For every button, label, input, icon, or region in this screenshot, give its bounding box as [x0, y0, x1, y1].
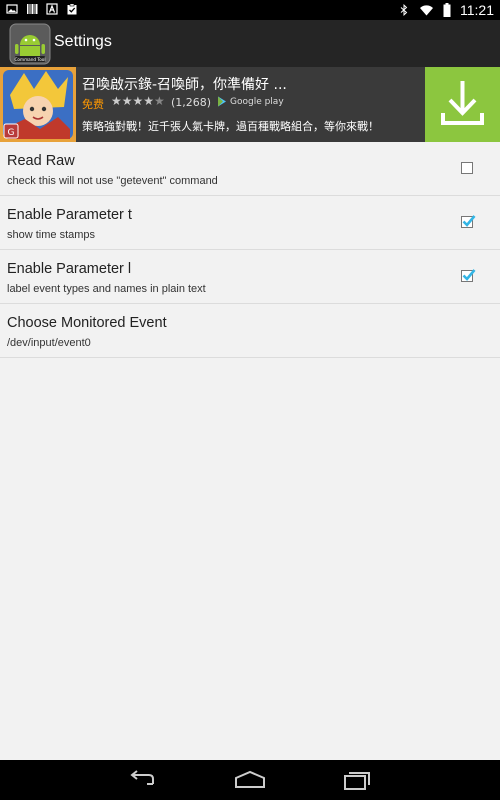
clipboard-check-icon [67, 3, 77, 15]
pref-title: Choose Monitored Event [7, 315, 167, 331]
home-icon[interactable] [230, 768, 270, 792]
pref-title: Read Raw [7, 153, 75, 169]
page-title: Settings [54, 33, 112, 50]
ad-description: 策略強對戰！近千張人氣卡牌，過百種戰略組合，等你來戰！ [82, 120, 379, 133]
ad-price: 免费 [82, 98, 104, 111]
pref-summary: show time stamps [7, 229, 96, 241]
pref-title: Enable Parameter l [7, 261, 132, 277]
navigation-bar [0, 760, 500, 800]
pref-enable-parameter-t[interactable]: Enable Parameter t show time stamps [0, 196, 500, 250]
ad-title[interactable]: 召喚啟示錄-召喚師，你準備好 ... [82, 74, 287, 94]
checkmark-icon [462, 269, 476, 281]
back-icon[interactable] [123, 768, 163, 792]
parameter-l-checkbox[interactable] [461, 269, 476, 282]
bluetooth-icon [400, 4, 408, 16]
rating-stars: ★★★★★ [111, 94, 165, 108]
app-icon[interactable]: Command Tool [9, 23, 51, 65]
ad-banner[interactable]: G 召喚啟示錄-召喚師，你準備好 ... 免费 ★★★★★ (1,268) Go… [0, 67, 500, 142]
pref-enable-parameter-l[interactable]: Enable Parameter l label event types and… [0, 250, 500, 304]
battery-icon [443, 3, 451, 17]
checkmark-icon [462, 215, 476, 227]
pref-read-raw[interactable]: Read Raw check this will not use "geteve… [0, 142, 500, 196]
recents-icon[interactable] [337, 768, 377, 792]
status-time: 11:21 [460, 2, 494, 18]
google-play-label: Google play [230, 96, 284, 107]
pref-summary: /dev/input/event0 [7, 337, 91, 349]
read-raw-checkbox[interactable] [461, 162, 473, 174]
parameter-t-checkbox[interactable] [461, 215, 476, 228]
barcode-icon [27, 4, 38, 14]
pref-summary: label event types and names in plain tex… [7, 283, 206, 295]
svg-text:G: G [8, 128, 15, 138]
download-button[interactable] [425, 67, 500, 142]
action-bar: Command Tool Settings [0, 20, 500, 67]
pref-choose-monitored-event[interactable]: Choose Monitored Event /dev/input/event0 [0, 304, 500, 358]
google-play-badge: Google play [217, 96, 284, 107]
a-icon [46, 3, 58, 15]
status-bar: 11:21 [0, 0, 500, 20]
play-store-icon [218, 96, 226, 107]
pref-title: Enable Parameter t [7, 207, 132, 223]
game-icon[interactable]: G [0, 67, 76, 142]
preference-list: Read Raw check this will not use "geteve… [0, 142, 500, 358]
rating-count: (1,268) [171, 96, 212, 109]
pref-summary: check this will not use "getevent" comma… [7, 175, 218, 187]
app-icon-label: Command Tool [15, 57, 46, 62]
download-icon [441, 81, 484, 125]
image-icon [6, 4, 18, 14]
wifi-icon [420, 5, 433, 16]
